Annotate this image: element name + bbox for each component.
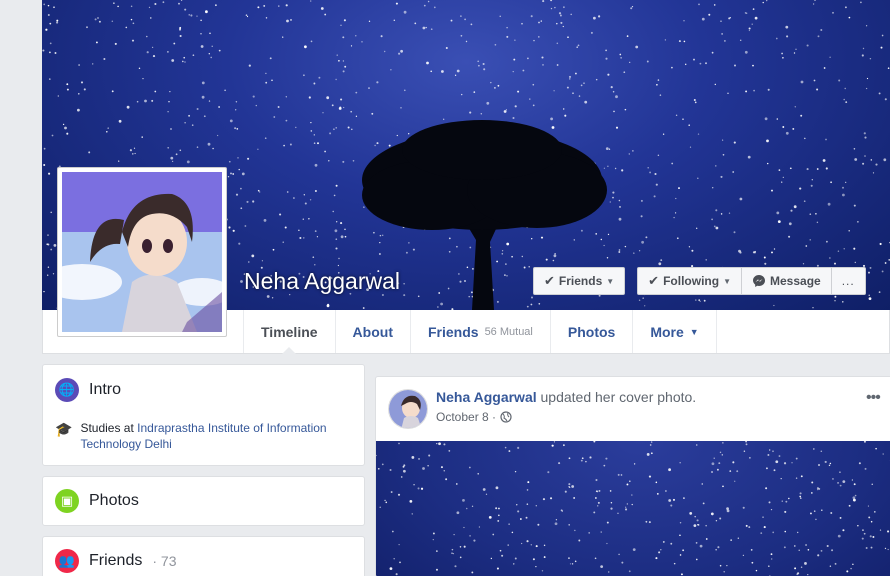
tab-more[interactable]: More ▼ — [632, 310, 717, 353]
post-meta: October 8 · — [436, 410, 696, 424]
profile-name: Neha Aggarwal — [244, 268, 400, 294]
globe-icon: 🌐 — [55, 378, 79, 402]
profile-tabs: Timeline About Friends 56 Mutual Photos M… — [243, 310, 717, 354]
check-icon: ✔ — [648, 273, 660, 288]
more-options-button[interactable]: ... — [831, 267, 866, 295]
intro-card: 🌐 Intro 🎓 Studies at Indraprastha Instit… — [42, 364, 365, 466]
tab-photos[interactable]: Photos — [549, 310, 632, 353]
public-globe-icon — [500, 411, 512, 423]
messenger-icon — [753, 275, 765, 287]
photo-icon: ▣ — [55, 489, 79, 513]
tab-timeline[interactable]: Timeline — [243, 310, 335, 354]
check-icon: ✔ — [544, 273, 555, 288]
post-options-button[interactable]: ••• — [866, 389, 881, 407]
post-header: Neha Aggarwal updated her cover photo. O… — [376, 377, 890, 441]
caret-down-icon: ▼ — [723, 276, 731, 286]
message-button[interactable]: Message — [742, 267, 832, 295]
post-date[interactable]: October 8 · — [436, 410, 496, 424]
profile-actions: ✔ Friends ▼ ✔ Following ▼ Message ... — [533, 267, 866, 295]
graduation-cap-icon: 🎓 — [55, 421, 73, 437]
tab-about[interactable]: About — [334, 310, 410, 353]
anime-avatar — [42, 172, 232, 332]
friends-card[interactable]: 👥 Friends · 73 — [42, 536, 365, 576]
tab-friends[interactable]: Friends 56 Mutual — [409, 310, 550, 353]
friends-count: · 73 — [152, 553, 177, 569]
friends-button[interactable]: ✔ Friends ▼ — [533, 267, 626, 295]
avatar[interactable] — [388, 389, 428, 429]
following-button[interactable]: ✔ Following ▼ — [637, 267, 742, 295]
mutual-count: 56 Mutual — [484, 325, 533, 338]
intro-header: 🌐 Intro — [55, 378, 352, 402]
caret-down-icon: ▼ — [606, 276, 615, 286]
post-cover-image[interactable] — [376, 441, 890, 576]
photos-card[interactable]: ▣ Photos — [42, 476, 365, 526]
cover-update-post: Neha Aggarwal updated her cover photo. O… — [375, 376, 890, 576]
friends-icon: 👥 — [55, 549, 79, 573]
follow-message-group: ✔ Following ▼ Message ... — [637, 267, 866, 295]
profile-picture[interactable] — [42, 167, 232, 337]
starry-sky — [376, 441, 890, 576]
post-title: Neha Aggarwal updated her cover photo. — [436, 389, 697, 405]
education-item: 🎓 Studies at Indraprastha Institute of I… — [55, 421, 327, 451]
author-link[interactable]: Neha Aggarwal — [436, 389, 537, 405]
caret-down-icon: ▼ — [689, 326, 699, 337]
